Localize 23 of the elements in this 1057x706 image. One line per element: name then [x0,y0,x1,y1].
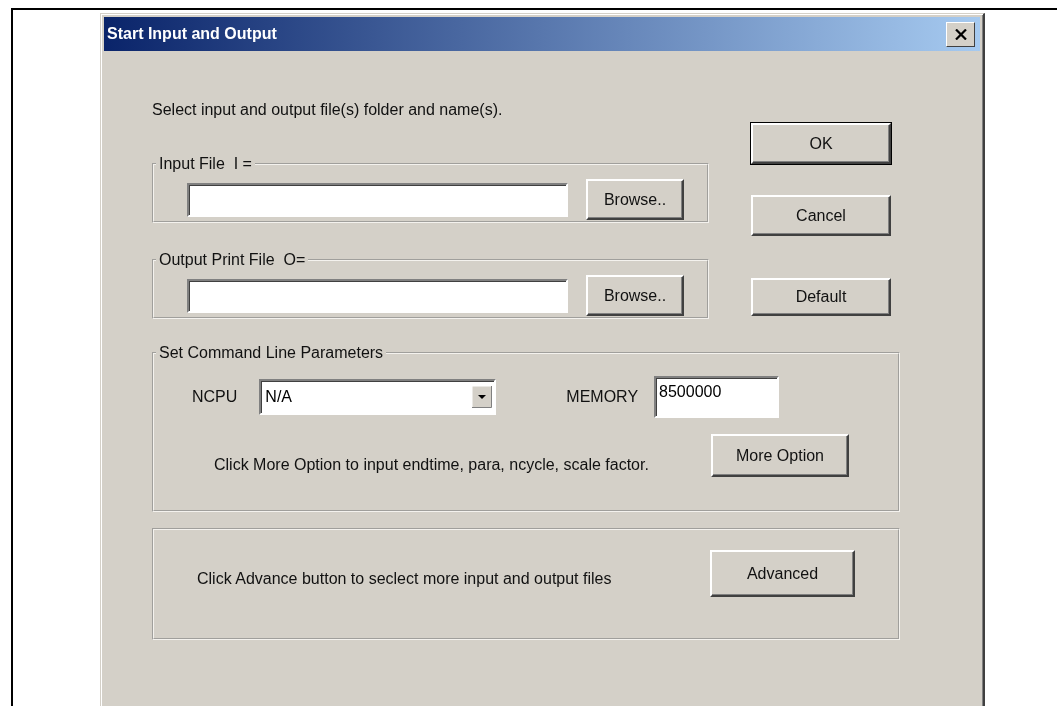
ncpu-label: NCPU [192,388,238,406]
more-option-button[interactable]: More Option [711,434,849,477]
memory-field[interactable]: 8500000 [654,376,780,418]
group-label: Output Print File O= [158,251,307,269]
hint-text: Click More Option to input endtime, para, ncycle, scale factor. [214,455,650,476]
file-path-field[interactable] [187,182,568,217]
dialog-button[interactable]: OK [751,123,891,164]
advanced-button[interactable]: Advanced [710,550,855,597]
window-title: Start Input and Output [107,25,277,43]
caret-icon[interactable] [472,386,493,408]
browse-button[interactable]: Browse.. [586,275,684,316]
dialog-button[interactable]: Default [751,278,891,316]
group-label: Input File I = [158,155,253,173]
close-icon [954,28,967,40]
ncpu-dropdown[interactable]: N/A [259,379,497,415]
group-label: Set Command Line Parameters [158,344,385,362]
close-button[interactable] [946,21,975,47]
memory-label: MEMORY [566,388,639,406]
dialog-button[interactable]: Cancel [751,195,891,236]
file-path-field[interactable] [187,278,568,313]
instruction-text: Select input and output file(s) folder and name(s). [152,101,504,119]
browse-button[interactable]: Browse.. [586,179,684,220]
hint-text: Click Advance button to seclect more input and output files [197,569,613,590]
